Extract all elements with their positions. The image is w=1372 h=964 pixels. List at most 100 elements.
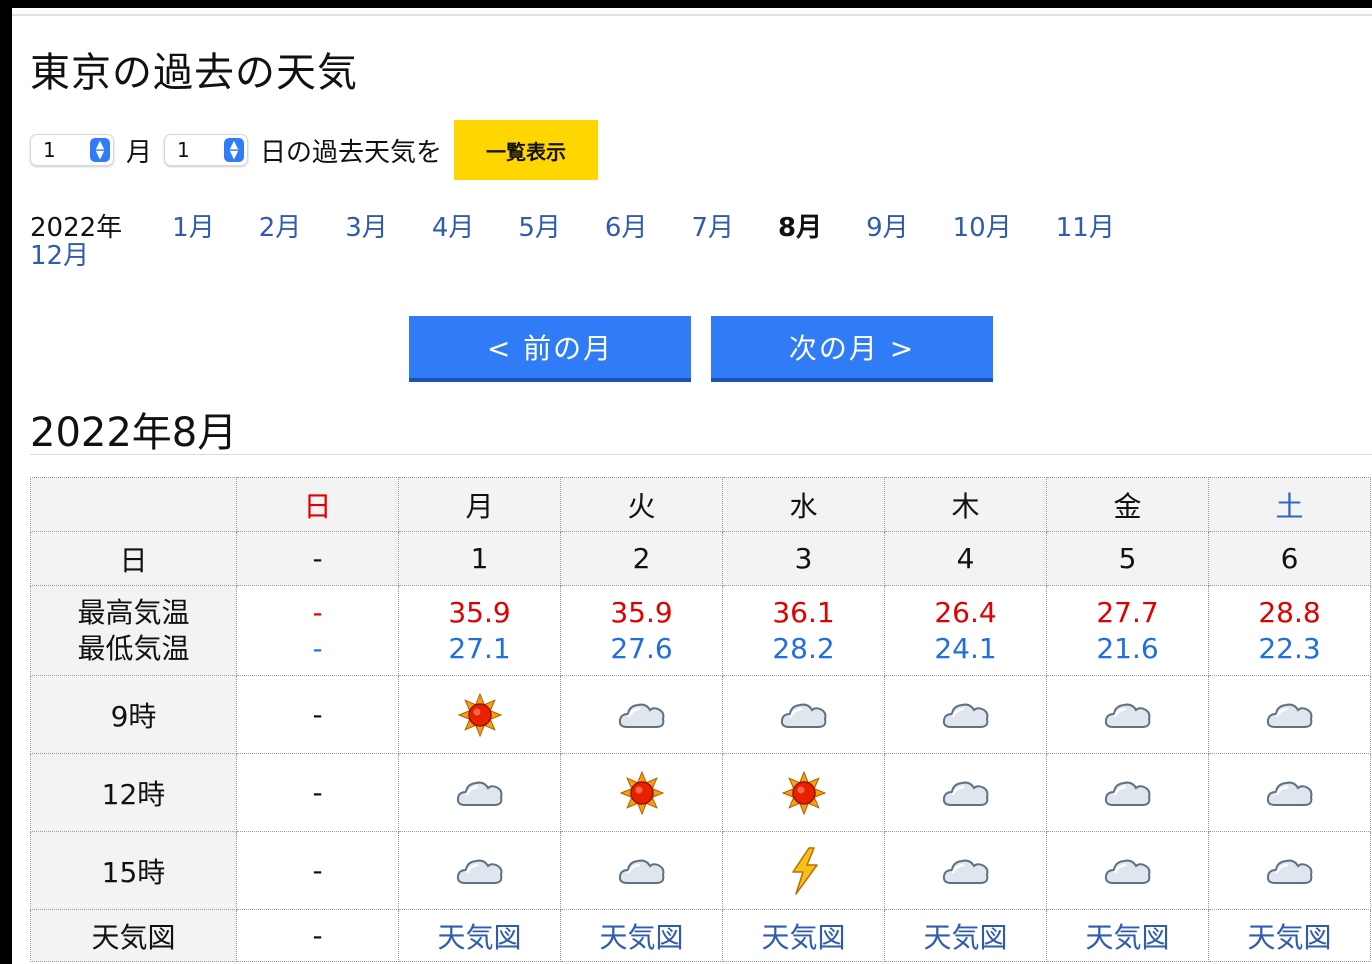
weather-cell xyxy=(1046,675,1209,754)
weather-map-link[interactable]: 天気図 xyxy=(1046,909,1209,962)
cloud-icon xyxy=(1266,781,1312,806)
label-max-temp: 最高気温 xyxy=(77,595,190,629)
month-link-4[interactable]: 4月 xyxy=(432,213,475,243)
row-label-weather-map: 天気図 xyxy=(30,909,237,962)
weather-cell xyxy=(398,753,561,832)
weather-cell xyxy=(398,675,561,754)
temperature-row: 最高気温 最低気温 -- 35.9 27.1 35.9 27.6 36.1 28.2 … xyxy=(30,585,1371,676)
row-12pm: 12時 - xyxy=(30,753,1371,832)
cloud-icon xyxy=(942,859,988,884)
temp-cell: 26.4 24.1 xyxy=(884,585,1047,676)
month-link-5[interactable]: 5月 xyxy=(518,213,561,243)
weather-cell xyxy=(722,675,885,754)
row-label-date: 日 xyxy=(30,531,237,586)
label-min-temp: 最低気温 xyxy=(77,631,190,665)
current-month: 8月 xyxy=(778,213,823,243)
temp-cell: -- xyxy=(236,585,399,676)
temp-cell: 35.9 27.1 xyxy=(398,585,561,676)
prev-month-button[interactable]: < 前の月 xyxy=(409,316,691,382)
weekday-thu: 木 xyxy=(884,477,1047,532)
weekday-sun: 日 xyxy=(236,477,399,532)
chevron-updown-icon: ▲ ▼ xyxy=(224,138,245,162)
date-cell: 3 xyxy=(722,531,885,586)
cloud-icon xyxy=(618,703,664,728)
cloud-icon xyxy=(1266,859,1312,884)
month-link-3[interactable]: 3月 xyxy=(345,213,388,243)
min-temp: - xyxy=(312,631,323,665)
weather-map-link[interactable]: 天気図 xyxy=(722,909,885,962)
weekday-fri: 金 xyxy=(1046,477,1209,532)
day-select[interactable]: 1 ▲ ▼ xyxy=(164,134,249,166)
weekday-mon: 月 xyxy=(398,477,561,532)
min-temp: 27.6 xyxy=(610,631,673,665)
temp-cell: 28.8 22.3 xyxy=(1208,585,1371,676)
max-temp: 27.7 xyxy=(1096,595,1159,629)
min-temp: 22.3 xyxy=(1258,631,1321,665)
weekday-row: 日 月 火 水 木 金 土 xyxy=(30,477,1371,532)
corner-cell xyxy=(30,477,237,532)
weather-cell xyxy=(398,831,561,910)
weather-map-link[interactable]: 天気図 xyxy=(398,909,561,962)
row-label-temperature: 最高気温 最低気温 xyxy=(30,585,237,676)
month-select-value: 1 xyxy=(43,138,56,162)
next-month-button[interactable]: 次の月 > xyxy=(711,316,993,382)
max-temp: 35.9 xyxy=(448,595,511,629)
sun-icon xyxy=(781,770,826,815)
weather-cell xyxy=(1046,753,1209,832)
date-cell: 5 xyxy=(1046,531,1209,586)
weather-cell xyxy=(884,675,1047,754)
month-link-10[interactable]: 10月 xyxy=(953,213,1012,243)
row-9am: 9時 - xyxy=(30,675,1371,754)
date-cell: 1 xyxy=(398,531,561,586)
weather-cell xyxy=(884,831,1047,910)
cloud-icon xyxy=(1266,703,1312,728)
weather-map-link[interactable]: 天気図 xyxy=(560,909,723,962)
weather-cell xyxy=(884,753,1047,832)
weather-map-link[interactable]: 天気図 xyxy=(884,909,1047,962)
weather-map-link[interactable]: 天気図 xyxy=(1208,909,1371,962)
weekday-tue: 火 xyxy=(560,477,723,532)
month-link-11[interactable]: 11月 xyxy=(1056,213,1115,243)
weather-table: 日 月 火 水 木 金 土 日 - 1 2 3 4 5 6 最高気温 最低気温 … xyxy=(30,477,1371,962)
temp-cell: 35.9 27.6 xyxy=(560,585,723,676)
cloud-icon xyxy=(618,859,664,884)
max-temp: 36.1 xyxy=(772,595,835,629)
cloud-icon xyxy=(1104,781,1150,806)
row-label-12pm: 12時 xyxy=(30,753,237,832)
weather-cell: - xyxy=(236,753,399,832)
max-temp: 28.8 xyxy=(1258,595,1321,629)
chevron-updown-icon: ▲ ▼ xyxy=(90,138,110,162)
weather-cell: - xyxy=(236,831,399,910)
month-label: 月 xyxy=(126,137,153,168)
date-cell: 4 xyxy=(884,531,1047,586)
date-row: 日 - 1 2 3 4 5 6 xyxy=(30,531,1371,586)
section-title: 2022年8月 xyxy=(30,410,238,456)
month-link-12[interactable]: 12月 xyxy=(30,241,89,271)
weekday-sat: 土 xyxy=(1208,477,1371,532)
date-cell: 2 xyxy=(560,531,723,586)
section-divider xyxy=(30,454,1372,455)
weather-cell: - xyxy=(236,675,399,754)
row-label-9am: 9時 xyxy=(30,675,237,754)
max-temp: 26.4 xyxy=(934,595,997,629)
weather-cell xyxy=(560,675,723,754)
weather-cell xyxy=(1046,831,1209,910)
cloud-icon xyxy=(942,703,988,728)
max-temp: 35.9 xyxy=(610,595,673,629)
list-view-button[interactable]: 一覧表示 xyxy=(454,120,599,180)
min-temp: 24.1 xyxy=(934,631,997,665)
month-link-6[interactable]: 6月 xyxy=(605,213,648,243)
month-link-1[interactable]: 1月 xyxy=(172,213,215,243)
weather-map-empty: - xyxy=(236,909,399,962)
sun-icon xyxy=(619,770,664,815)
max-temp: - xyxy=(312,595,323,629)
cloud-icon xyxy=(1104,703,1150,728)
month-select[interactable]: 1 ▲ ▼ xyxy=(30,134,114,166)
weekday-wed: 水 xyxy=(722,477,885,532)
weather-cell xyxy=(1208,675,1371,754)
month-link-2[interactable]: 2月 xyxy=(259,213,302,243)
min-temp: 28.2 xyxy=(772,631,835,665)
row-label-3pm: 15時 xyxy=(30,831,237,910)
month-link-7[interactable]: 7月 xyxy=(691,213,734,243)
month-link-9[interactable]: 9月 xyxy=(866,213,909,243)
